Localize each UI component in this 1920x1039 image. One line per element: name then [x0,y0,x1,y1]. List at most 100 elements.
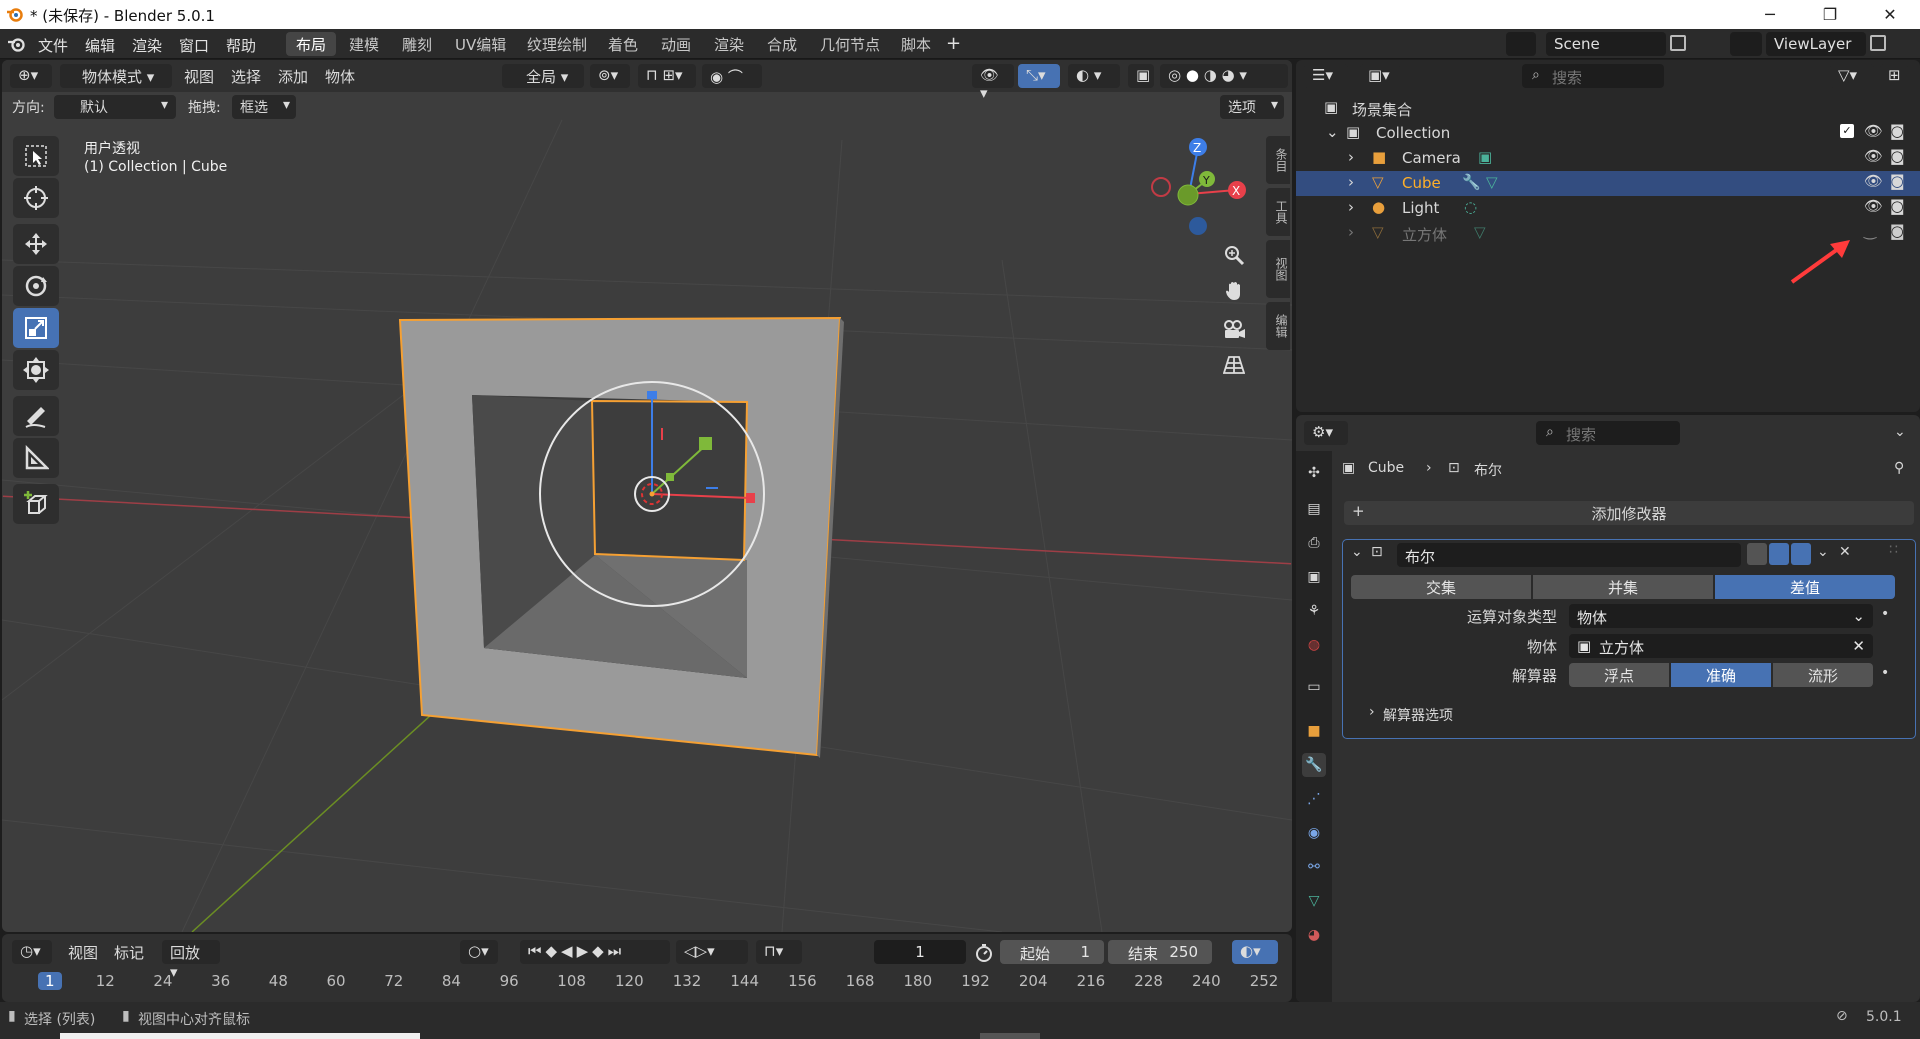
viewport-menu-select[interactable]: 选择 [231,66,261,87]
timeline-editor-type-icon[interactable]: ◷▾ [12,940,52,964]
new-view-layer-icon[interactable] [1870,35,1886,51]
orientation-dropdown[interactable]: 默认 ▾ [54,95,176,119]
timeline-menu-view[interactable]: 视图 [68,942,98,963]
timeline-menu-marker[interactable]: 标记 [114,942,144,963]
add-cube-tool[interactable] [13,484,59,524]
view-layer-field[interactable]: ViewLayer [1766,32,1866,56]
solver-exact-button[interactable]: 准确 [1671,663,1771,687]
pan-button[interactable] [1217,274,1251,308]
viewport-toggle-icon[interactable] [1769,543,1789,565]
render-camera-icon[interactable]: ◙ [1890,172,1905,190]
properties-search-input[interactable]: 搜索 [1536,421,1680,445]
scale-tool[interactable] [13,308,59,348]
visibility-icon[interactable]: 👁▾ [972,64,1014,102]
drag-dropdown[interactable]: 框选 ▾ [232,95,296,119]
blender-menu-icon[interactable] [7,36,27,52]
mesh-data-icon[interactable]: ▽ [1474,223,1486,241]
object-tab[interactable]: ■ [1302,719,1326,743]
eye-icon[interactable]: 👁 [1864,147,1883,165]
menu-file[interactable]: 文件 [38,35,68,56]
operation-difference-button[interactable]: 差值 [1715,575,1895,599]
keyframe-jump-icons[interactable]: ◁▷▾ [676,940,748,964]
menu-render[interactable]: 渲染 [132,35,162,56]
scene-field[interactable]: Scene [1546,32,1666,56]
object-field[interactable]: ▣ 立方体 ✕ [1569,634,1873,658]
render-camera-icon[interactable]: ◙ [1890,222,1905,240]
move-tool[interactable] [13,224,59,264]
rotate-tool[interactable] [13,266,59,306]
modifier-name-field[interactable]: 布尔 [1397,543,1741,567]
render-toggle-icon[interactable] [1791,543,1811,565]
eye-icon[interactable]: 👁 [1864,197,1883,215]
operation-union-button[interactable]: 并集 [1533,575,1713,599]
operand-type-dropdown[interactable]: 物体 ⌄ [1569,604,1873,628]
outliner-editor-type-icon[interactable]: ☰▾ [1304,64,1348,88]
proportional-editing-icon[interactable]: ◉ ⌒ [702,64,762,88]
chevron-right-icon[interactable]: › [1348,173,1354,191]
new-scene-icon[interactable] [1670,35,1686,51]
render-camera-icon[interactable]: ◙ [1890,197,1905,215]
pin-icon[interactable]: ⚲ [1894,460,1904,476]
view-layer-tab[interactable]: ▣ [1302,565,1326,589]
stopwatch-icon[interactable] [974,943,994,963]
solver-manifold-button[interactable]: 流形 [1773,663,1873,687]
eye-icon[interactable]: 👁 [1864,172,1883,190]
modifier-tab[interactable]: 🔧 [1302,753,1326,777]
keyframe-dot-icon[interactable]: • [1881,606,1889,622]
camera-data-icon[interactable]: ▣ [1478,148,1492,166]
keying-set-icon[interactable]: ⊓▾ [756,940,802,964]
sidebar-tab-tool[interactable]: 工具 [1266,188,1290,236]
3d-viewport[interactable]: Z Y X ⊕▾ 物体模式 ▾ 视图 选择 添加 物体 全局 ▾ ⊚▾ ⊓ ⊞▾… [2,60,1292,932]
panel-collapse-icon[interactable]: ⌄ [1351,544,1363,560]
clear-object-icon[interactable]: ✕ [1852,637,1865,655]
viewport-scene[interactable]: Z Y X [2,60,1292,932]
chevron-right-icon[interactable]: › [1348,223,1354,241]
render-camera-icon[interactable]: ◙ [1890,122,1905,140]
sidebar-tab-item[interactable]: 条目 [1266,136,1290,184]
tool-tab[interactable]: ✣ [1302,461,1326,485]
viewport-menu-object[interactable]: 物体 [325,66,355,87]
particles-tab[interactable]: ⋰ [1302,787,1326,811]
auto-keying-icon[interactable]: ○▾ [460,940,498,964]
outliner-row-scene-collection[interactable]: ▣ 场景集合 [1296,96,1920,121]
current-frame-field[interactable]: 1 [874,940,966,964]
chevron-right-icon[interactable]: › [1348,198,1354,216]
perspective-toggle-button[interactable] [1217,348,1251,382]
playback-dropdown[interactable]: 回放 ▾ [162,940,220,981]
options-dropdown[interactable]: 选项 ▾ [1220,95,1284,119]
workspace-tab-layout[interactable]: 布局 [286,32,337,56]
exclude-checkbox[interactable]: ✓ [1840,124,1854,138]
snapping-icon[interactable]: ⊓ ⊞▾ [638,64,696,88]
transform-orientation-dropdown[interactable]: 全局 ▾ [502,64,584,88]
physics-tab[interactable]: ◉ [1302,821,1326,845]
workspace-tab-scripting[interactable]: 脚本 [891,32,941,56]
eye-closed-icon[interactable]: ‿ [1864,222,1876,240]
modifier-menu-chevron-icon[interactable]: ⌄ [1817,544,1829,560]
drag-handle-icon[interactable]: ∷ [1889,542,1898,558]
viewport-menu-view[interactable]: 视图 [184,66,214,87]
workspace-tab-uv[interactable]: UV编辑 [445,32,516,56]
select-box-tool[interactable] [13,136,59,176]
mesh-data-icon[interactable]: ▽ [1486,173,1498,191]
properties-editor-type-icon[interactable]: ⚙▾ [1304,421,1348,445]
zoom-button[interactable] [1217,238,1251,272]
editor-type-icon[interactable]: ⊕▾ [10,64,52,88]
scene-tab[interactable]: ⚘ [1302,599,1326,623]
menu-window[interactable]: 窗口 [179,35,209,56]
chevron-down-icon[interactable]: ⌄ [1894,424,1906,440]
light-data-icon[interactable]: ◌ [1464,198,1477,216]
measure-tool[interactable] [13,438,59,478]
operation-intersect-button[interactable]: 交集 [1351,575,1531,599]
cursor-tool[interactable] [13,178,59,218]
transform-tool[interactable] [13,350,59,390]
gizmo-toggle-icon[interactable]: ⤡▾ [1018,64,1060,88]
new-collection-icon[interactable]: ⊞ [1880,64,1908,88]
playback-controls[interactable]: ⏮◆◀▶◆⏭ [520,940,670,964]
minimize-button[interactable]: ─ [1740,0,1800,29]
chevron-down-icon[interactable]: ⌄ [1326,123,1339,141]
outliner-row-collection[interactable]: ⌄ ▣ Collection ✓ 👁 ◙ [1296,121,1920,146]
start-frame-field[interactable]: 起始 1 [1000,940,1104,964]
outliner-row-light[interactable]: › ● Light ◌ 👁 ◙ [1296,196,1920,221]
timeline-overlays-icon[interactable]: ◐▾ [1232,940,1278,964]
workspace-tab-modeling[interactable]: 建模 [339,32,389,56]
